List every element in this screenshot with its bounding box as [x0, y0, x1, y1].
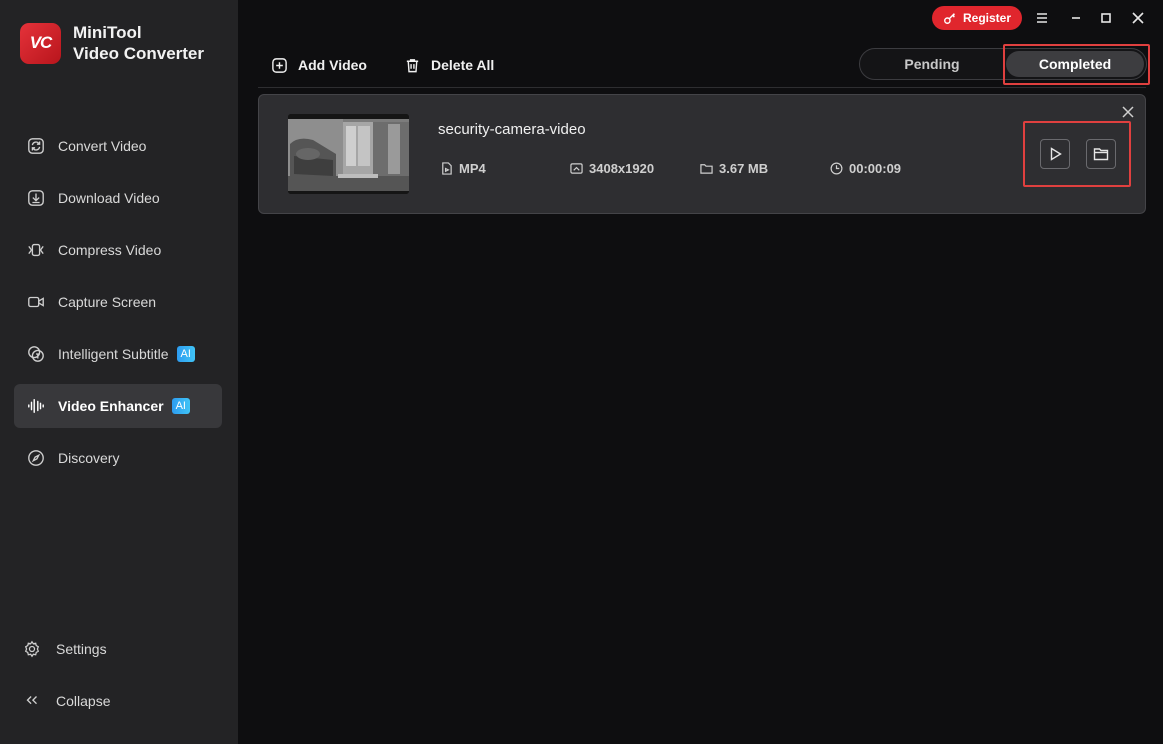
tab-completed[interactable]: Completed [1006, 51, 1144, 77]
key-icon [944, 13, 955, 24]
sidebar-item-download-video[interactable]: Download Video [14, 176, 222, 220]
toolbar-divider [258, 87, 1146, 88]
app-name-line1: MiniTool [73, 23, 142, 42]
brand: VC MiniTool Video Converter [20, 22, 204, 64]
video-card: security-camera-video MP4 3408x1920 3.67… [258, 94, 1146, 214]
open-folder-button[interactable] [1086, 139, 1116, 169]
register-button[interactable]: Register [932, 6, 1022, 30]
sidebar-item-label: Convert Video [58, 138, 147, 154]
close-window-button[interactable] [1128, 8, 1148, 28]
compass-icon [26, 448, 46, 468]
clock-icon [830, 162, 843, 174]
folder-icon [1093, 148, 1109, 161]
app-name: MiniTool Video Converter [73, 22, 204, 64]
download-icon [26, 188, 46, 208]
video-duration: 00:00:09 [830, 160, 901, 176]
video-size-value: 3.67 MB [719, 160, 769, 176]
menu-button[interactable] [1032, 8, 1052, 28]
hamburger-icon [1037, 13, 1047, 23]
remove-item-button[interactable] [1121, 105, 1135, 119]
video-format-value: MP4 [459, 160, 486, 176]
video-resolution-value: 3408x1920 [589, 160, 655, 176]
sidebar-item-compress-video[interactable]: Compress Video [14, 228, 222, 272]
sidebar-item-intelligent-subtitle[interactable]: Intelligent Subtitle AI [14, 332, 222, 376]
plus-box-icon [272, 57, 287, 73]
settings-button[interactable]: Settings [22, 628, 222, 670]
waveform-icon [26, 396, 46, 416]
subtitle-icon [26, 344, 46, 364]
close-icon [1132, 12, 1144, 24]
video-thumbnail[interactable] [288, 114, 409, 194]
minimize-icon [1072, 17, 1080, 19]
sidebar: VC MiniTool Video Converter Convert Vide… [0, 0, 238, 744]
maximize-icon [1101, 13, 1111, 23]
sidebar-nav: Convert Video Download Video Compress Vi… [14, 124, 222, 488]
video-duration-value: 00:00:09 [849, 160, 902, 176]
video-resolution: 3408x1920 [570, 160, 654, 176]
maximize-button[interactable] [1096, 8, 1116, 28]
sidebar-item-label: Video Enhancer [58, 398, 164, 414]
sidebar-item-label: Capture Screen [58, 294, 157, 310]
folder-icon [700, 163, 713, 174]
delete-all-label: Delete All [431, 57, 495, 73]
collapse-label: Collapse [56, 693, 111, 709]
add-video-button[interactable]: Add Video [271, 55, 367, 75]
close-icon [1122, 106, 1134, 118]
file-video-icon [442, 161, 452, 175]
collapse-button[interactable]: Collapse [22, 680, 222, 722]
add-video-label: Add Video [298, 57, 367, 73]
minimize-button[interactable] [1066, 8, 1086, 28]
sidebar-item-label: Download Video [58, 190, 160, 206]
sidebar-item-convert-video[interactable]: Convert Video [14, 124, 222, 168]
video-format: MP4 [440, 160, 486, 176]
delete-all-button[interactable]: Delete All [404, 55, 494, 75]
resolution-icon [570, 162, 583, 174]
camera-icon [26, 292, 46, 312]
tab-pending[interactable]: Pending [860, 49, 1004, 79]
sidebar-item-label: Compress Video [58, 242, 162, 258]
app-name-line2: Video Converter [73, 44, 205, 63]
ai-badge: AI [171, 398, 190, 414]
play-icon [1050, 147, 1062, 161]
convert-icon [26, 136, 46, 156]
sidebar-item-label: Discovery [58, 450, 120, 466]
register-label: Register [962, 11, 1012, 25]
video-title: security-camera-video [438, 121, 586, 138]
sidebar-item-discovery[interactable]: Discovery [14, 436, 222, 480]
sidebar-item-label: Intelligent Subtitle [58, 346, 169, 362]
status-tabs: Pending Completed [859, 48, 1147, 80]
ai-badge: AI [176, 346, 195, 362]
settings-label: Settings [56, 641, 107, 657]
sidebar-item-video-enhancer[interactable]: Video Enhancer AI [14, 384, 222, 428]
video-size: 3.67 MB [700, 160, 768, 176]
app-logo: VC [20, 22, 61, 64]
sidebar-item-capture-screen[interactable]: Capture Screen [14, 280, 222, 324]
play-button[interactable] [1040, 139, 1070, 169]
trash-icon [406, 58, 419, 72]
compress-icon [26, 240, 46, 260]
sidebar-bottom: Settings Collapse [22, 628, 222, 732]
double-chevron-left-icon [22, 691, 42, 711]
gear-icon [22, 639, 42, 659]
